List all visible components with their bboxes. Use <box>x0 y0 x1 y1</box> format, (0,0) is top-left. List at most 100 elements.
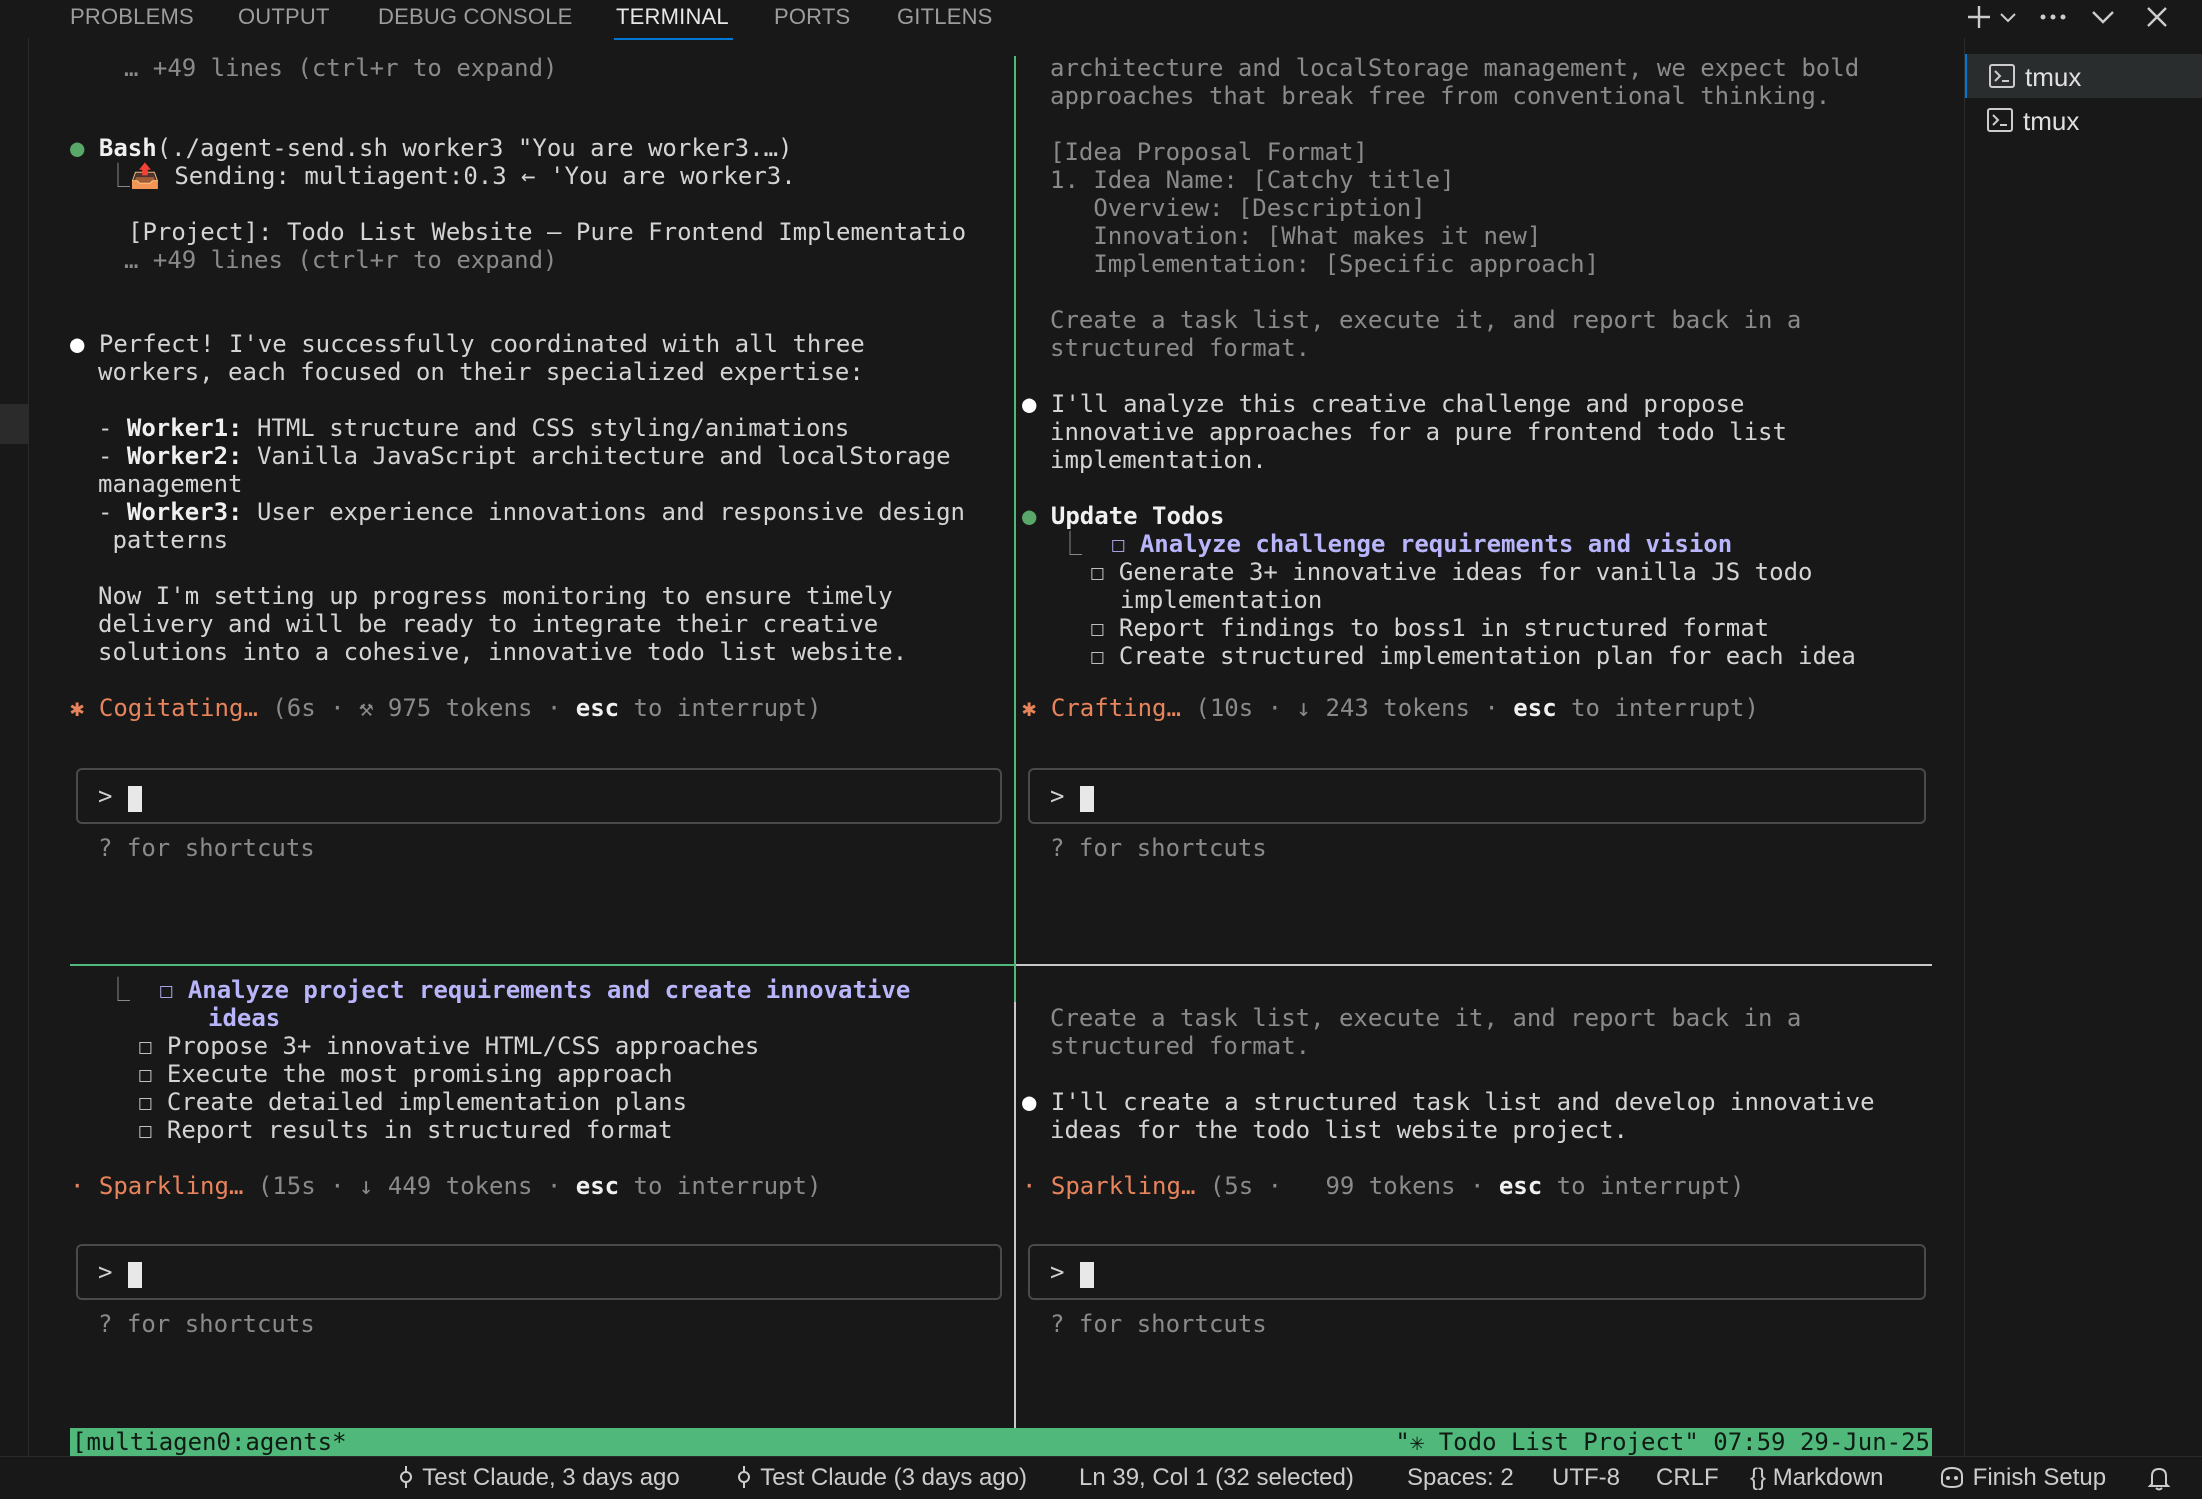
message-line: implementation. <box>1050 446 1267 474</box>
message-dot-icon: ● <box>70 330 85 358</box>
message-line: Overview: [Description] <box>1050 194 1426 222</box>
expand-hint[interactable]: … +49 lines (ctrl+r to expand) <box>124 54 557 82</box>
terminal-list-item-tmux-2[interactable]: tmux <box>1965 98 2202 142</box>
prompt-input[interactable]: > <box>1028 768 1926 824</box>
terminal-view[interactable]: … +49 lines (ctrl+r to expand) ● Bash(./… <box>70 38 1932 1466</box>
todo-item: ☐ Create detailed implementation plans <box>138 1088 688 1116</box>
pane-divider-vertical-lower <box>1014 1002 1016 1466</box>
tmux-status-bar: [multiagen0:agents* "✳ Todo List Project… <box>70 1428 1932 1456</box>
bash-command-line: ● Bash(./agent-send.sh worker3 "You are … <box>70 134 792 162</box>
gitlens-blame-item[interactable]: Test Claude (3 days ago) <box>734 1464 1027 1492</box>
worker2-line-cont: management <box>98 470 243 498</box>
pane-divider-horizontal-left <box>70 964 1014 966</box>
message-line: ● I'll analyze this creative challenge a… <box>1022 390 1745 418</box>
checkbox-icon: ☐ <box>138 1088 153 1116</box>
tab-output[interactable]: OUTPUT <box>238 4 330 30</box>
todo-item-active: ⎿ ☐ Analyze project requirements and cre… <box>106 976 911 1004</box>
project-line: [Project]: Todo List Website – Pure Fron… <box>128 218 967 246</box>
message-dot-icon: ● <box>1022 1088 1037 1116</box>
end-of-line[interactable]: CRLF <box>1656 1464 1719 1492</box>
encoding[interactable]: UTF-8 <box>1552 1464 1620 1492</box>
worker3-line-cont: patterns <box>98 526 229 554</box>
editor-gutter <box>0 38 29 1456</box>
progress-status: · Sparkling… (5s · 99 tokens · esc to in… <box>1022 1172 1745 1200</box>
message-line: workers, each focused on their specializ… <box>98 358 864 386</box>
terminal-label: tmux <box>2023 106 2080 136</box>
message-line: Now I'm setting up progress monitoring t… <box>98 582 893 610</box>
text-cursor <box>1080 1262 1094 1288</box>
scroll-marker <box>0 404 28 444</box>
todo-item: ☐ Report findings to boss1 in structured… <box>1090 614 1770 642</box>
tab-gitlens[interactable]: GITLENS <box>897 4 993 30</box>
message-line: structured format. <box>1050 334 1311 362</box>
message-line: ideas for the todo list website project. <box>1050 1116 1628 1144</box>
sending-text: Sending: multiagent:0.3 ← 'You are worke… <box>174 162 796 190</box>
finish-setup-item[interactable]: Finish Setup <box>1938 1464 2106 1492</box>
language-mode[interactable]: {} Markdown <box>1750 1464 1883 1492</box>
checkbox-icon: ☐ <box>138 1060 153 1088</box>
message-line: architecture and localStorage management… <box>1050 54 1860 82</box>
pane-divider-horizontal-right <box>1016 964 1932 966</box>
tmux-session-name: [multiagen0:agents* <box>72 1428 347 1456</box>
chevron-down-icon <box>2000 13 2016 23</box>
shortcuts-hint: ? for shortcuts <box>1050 834 1267 862</box>
tab-debug-console[interactable]: DEBUG CONSOLE <box>378 4 573 30</box>
plus-icon <box>1968 6 1990 28</box>
checkbox-icon: ☐ <box>1110 530 1126 558</box>
prompt-input[interactable]: > <box>76 768 1002 824</box>
todo-item-cont: ideas <box>208 1004 281 1032</box>
message-line: [Idea Proposal Format] <box>1050 138 1368 166</box>
todo-item: ☐ Generate 3+ innovative ideas for vanil… <box>1090 558 1813 586</box>
maximize-panel-button[interactable] <box>2086 0 2120 34</box>
braces-icon: {} <box>1750 1464 1767 1491</box>
checkbox-icon: ☐ <box>158 976 174 1004</box>
git-blame-item[interactable]: Test Claude, 3 days ago <box>396 1464 680 1492</box>
prompt-input[interactable]: > <box>76 1244 1002 1300</box>
notifications-button[interactable] <box>2146 1464 2172 1499</box>
cursor-position[interactable]: Ln 39, Col 1 (32 selected) <box>1079 1464 1354 1492</box>
terminal-profile-dropdown[interactable] <box>1996 0 2020 34</box>
bash-label: Bash <box>98 134 157 162</box>
message-line: delivery and will be ready to integrate … <box>98 610 879 638</box>
spinner-icon: · <box>70 1172 85 1200</box>
new-terminal-button[interactable] <box>1964 0 1994 34</box>
prompt-symbol: > <box>98 782 113 810</box>
tab-ports[interactable]: PORTS <box>774 4 850 30</box>
chevron-down-icon <box>2092 11 2114 24</box>
message-line: Create a task list, execute it, and repo… <box>1050 306 1802 334</box>
indentation[interactable]: Spaces: 2 <box>1407 1464 1514 1492</box>
prompt-input[interactable]: > <box>1028 1244 1926 1300</box>
language-text: Markdown <box>1772 1464 1884 1491</box>
message-line: approaches that break free from conventi… <box>1050 82 1831 110</box>
checkbox-icon: ☐ <box>138 1116 153 1144</box>
progress-status: · Sparkling… (15s · ↓ 449 tokens · esc t… <box>70 1172 822 1200</box>
close-panel-button[interactable] <box>2140 0 2174 34</box>
message-line: ● Perfect! I've successfully coordinated… <box>70 330 865 358</box>
spinner-icon: · <box>1022 1172 1037 1200</box>
terminal-list-item-tmux-1[interactable]: tmux <box>1965 54 2202 98</box>
progress-status: ✱ Cogitating… (6s · ⚒ 975 tokens · esc t… <box>70 694 822 722</box>
message-line: solutions into a cohesive, innovative to… <box>98 638 908 666</box>
terminal-list: tmux tmux <box>1964 38 2202 1456</box>
outbox-icon: 📤 <box>130 162 160 190</box>
tab-problems[interactable]: PROBLEMS <box>70 4 194 30</box>
terminal-label: tmux <box>2025 62 2082 92</box>
prompt-symbol: > <box>1050 782 1065 810</box>
message-line: structured format. <box>1050 1032 1311 1060</box>
tab-terminal[interactable]: TERMINAL <box>614 4 733 40</box>
prompt-symbol: > <box>1050 1258 1065 1286</box>
expand-hint[interactable]: … +49 lines (ctrl+r to expand) <box>124 246 557 274</box>
status-bar: Test Claude, 3 days ago Test Claude (3 d… <box>0 1456 2202 1499</box>
more-actions-button[interactable] <box>2036 0 2070 34</box>
shortcuts-hint: ? for shortcuts <box>1050 1310 1267 1338</box>
todo-item: ☐ Propose 3+ innovative HTML/CSS approac… <box>138 1032 760 1060</box>
message-line: innovative approaches for a pure fronten… <box>1050 418 1787 446</box>
checkbox-icon: ☐ <box>1090 642 1105 670</box>
success-dot-icon: ● <box>1022 502 1037 530</box>
text-cursor <box>128 786 142 812</box>
text-cursor <box>128 1262 142 1288</box>
message-line: ● I'll create a structured task list and… <box>1022 1088 1875 1116</box>
ellipsis-icon <box>2040 14 2066 20</box>
todo-item: ☐ Report results in structured format <box>138 1116 673 1144</box>
todo-item-cont: implementation <box>1120 586 1323 614</box>
